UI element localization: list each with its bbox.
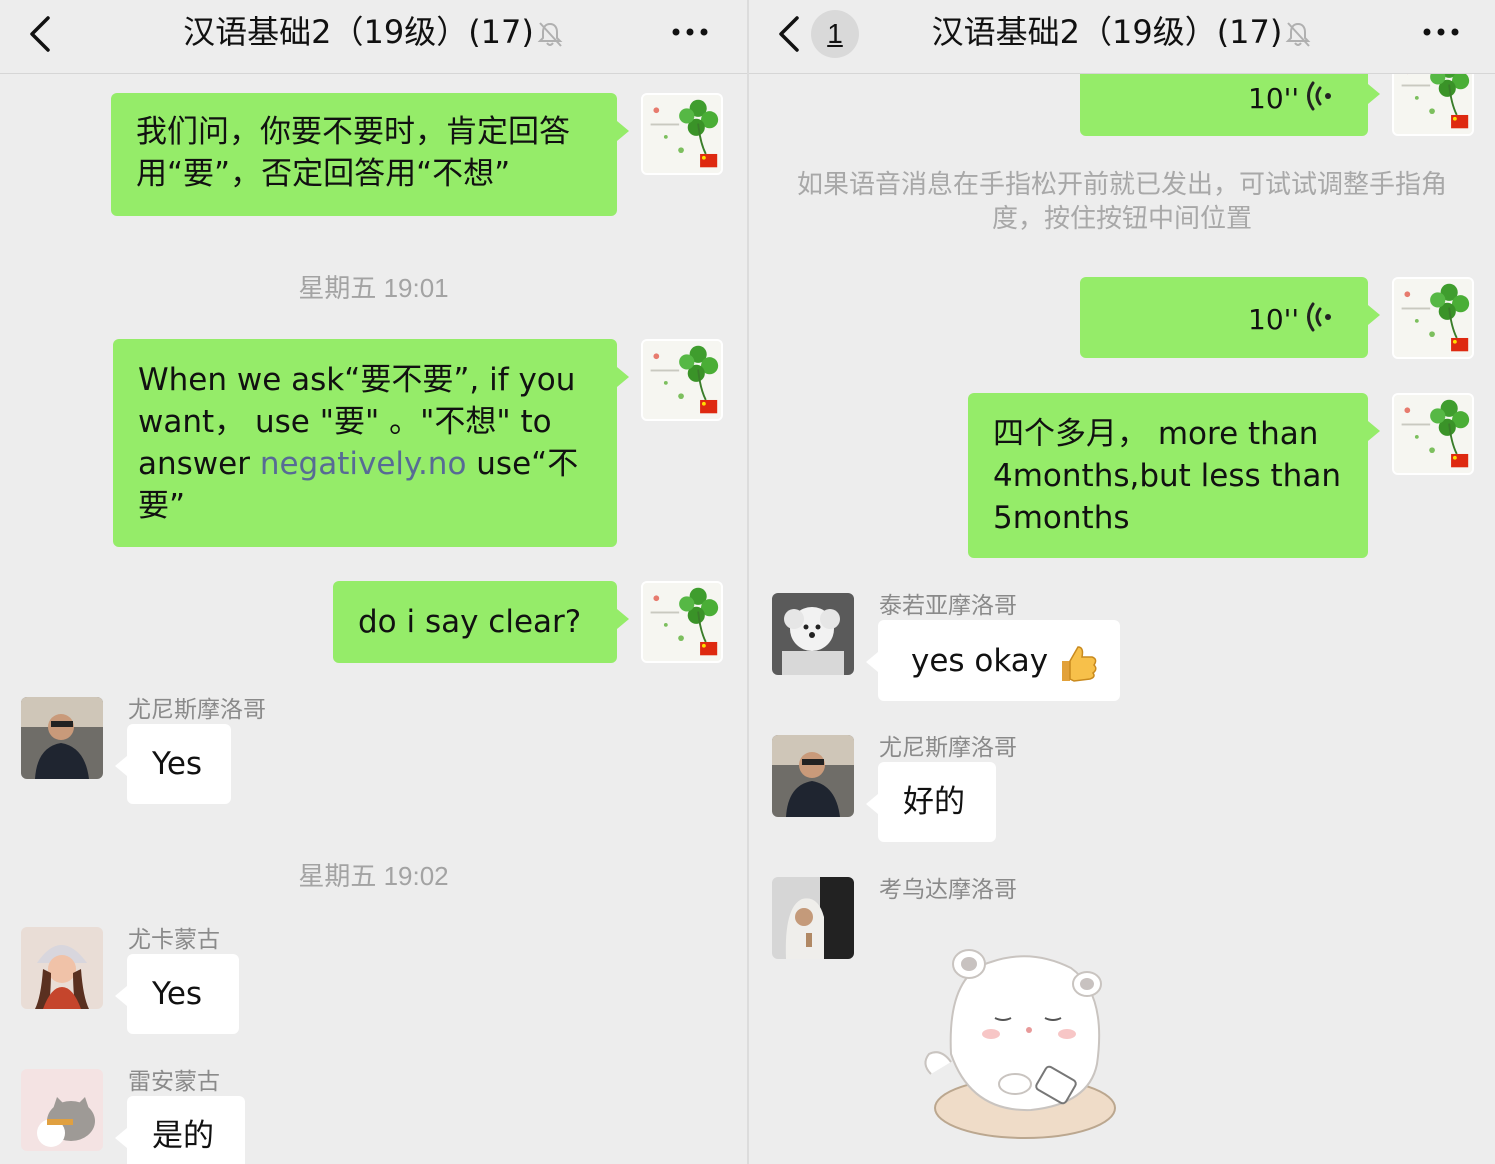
message-text: 四个多月， more than 4months,but less than 5m… xyxy=(993,416,1341,536)
sender-avatar[interactable] xyxy=(772,877,854,959)
my-avatar[interactable] xyxy=(641,93,723,175)
my-message-bubble[interactable]: When we ask“要不要”, if you want， use "要" 。… xyxy=(113,339,629,547)
sender-avatar[interactable] xyxy=(772,593,854,675)
sender-name: 考乌达摩洛哥 xyxy=(879,877,1017,903)
chat-header: 汉语基础2（19级）(17) xyxy=(0,0,747,74)
my-avatar[interactable] xyxy=(1392,393,1474,475)
message-link[interactable]: negatively.no xyxy=(260,446,467,482)
voice-duration: 10'' xyxy=(1248,303,1300,336)
sender-name: 尤尼斯摩洛哥 xyxy=(879,735,1017,761)
my-message-bubble[interactable]: 四个多月， more than 4months,but less than 5m… xyxy=(968,393,1380,558)
voice-wave-icon xyxy=(1306,301,1334,333)
chat-title: 汉语基础2（19级）(17) xyxy=(749,12,1495,52)
sender-avatar[interactable] xyxy=(21,927,103,1009)
message-text: 好的 xyxy=(903,784,965,820)
sender-avatar[interactable] xyxy=(772,735,854,817)
message-text: yes okay xyxy=(911,640,1098,683)
my-avatar[interactable] xyxy=(1392,277,1474,359)
mute-bell-icon xyxy=(536,20,564,48)
my-avatar[interactable] xyxy=(641,339,723,421)
chat-title-text: 汉语基础2（19级）(17) xyxy=(183,13,534,51)
my-message-bubble[interactable]: 我们问，你要不要时，肯定回答用“要”，否定回答用“不想” xyxy=(111,93,629,216)
chat-pane-left: 汉语基础2（19级）(17) 我们问，你要不要时，肯定回答用“要”，否定回答用“… xyxy=(0,0,747,1164)
sender-avatar[interactable] xyxy=(21,1069,103,1151)
my-message-bubble[interactable]: do i say clear? xyxy=(333,581,629,663)
sender-name: 泰若亚摩洛哥 xyxy=(879,593,1017,619)
my-avatar[interactable] xyxy=(641,581,723,663)
chat-title: 汉语基础2（19级）(17) xyxy=(0,12,747,52)
incoming-message-bubble[interactable]: Yes xyxy=(115,954,239,1034)
message-text-part: yes okay xyxy=(911,643,1049,679)
voice-message-bubble[interactable]: 10'' xyxy=(1080,277,1380,358)
sender-avatar[interactable] xyxy=(21,697,103,779)
message-text: Yes xyxy=(152,976,203,1012)
incoming-message-bubble[interactable]: 是的 xyxy=(115,1096,245,1164)
sender-name: 尤卡蒙古 xyxy=(128,927,220,953)
mute-bell-icon xyxy=(1284,20,1312,48)
more-options-icon[interactable] xyxy=(1421,20,1461,44)
voice-wave-icon xyxy=(1306,80,1334,112)
timestamp: 星期五 19:02 xyxy=(298,861,449,891)
voice-message-bubble[interactable]: 10'' xyxy=(1080,56,1380,136)
incoming-message-bubble[interactable]: Yes xyxy=(115,724,231,804)
message-text: 是的 xyxy=(152,1118,214,1154)
hamster-sticker[interactable] xyxy=(911,934,1121,1144)
sender-name: 尤尼斯摩洛哥 xyxy=(128,697,266,723)
chat-title-text: 汉语基础2（19级）(17) xyxy=(931,13,1283,51)
chat-pane-right: 1 汉语基础2（19级）(17) 10'' 1 汉语基础2（19级）(17) 如… xyxy=(749,0,1495,1164)
system-hint-text: 如果语音消息在手指松开前就已发出，可试试调整手指角度，按住按钮中间位置 xyxy=(796,170,1447,234)
thumbs-up-icon xyxy=(1062,645,1097,682)
message-text: Yes xyxy=(152,746,203,782)
voice-duration: 10'' xyxy=(1248,82,1300,115)
message-text: 我们问，你要不要时，肯定回答用“要”，否定回答用“不想” xyxy=(136,114,570,192)
message-text: do i say clear? xyxy=(358,604,582,640)
more-options-icon[interactable] xyxy=(670,20,710,44)
sender-name: 雷安蒙古 xyxy=(128,1069,220,1095)
incoming-message-bubble[interactable]: 好的 xyxy=(866,762,996,842)
incoming-message-bubble[interactable]: yes okay xyxy=(866,620,1120,701)
message-text: When we ask“要不要”, if you want， use "要" 。… xyxy=(138,359,593,527)
my-avatar[interactable] xyxy=(1392,54,1474,136)
timestamp: 星期五 19:01 xyxy=(298,273,449,303)
